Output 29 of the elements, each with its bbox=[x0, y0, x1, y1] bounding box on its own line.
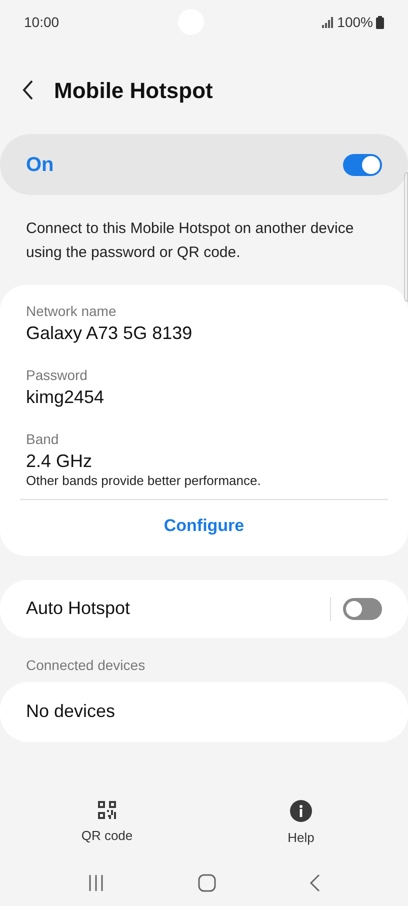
setting-value[interactable]: kimg2454 bbox=[26, 385, 382, 409]
signal-icon bbox=[322, 16, 334, 28]
bottom-action-button[interactable]: Help bbox=[251, 800, 351, 847]
setting-label: Band bbox=[26, 430, 60, 449]
setting-value[interactable]: 2.4 GHz bbox=[26, 449, 382, 473]
info-icon bbox=[290, 800, 312, 822]
page-title: Mobile Hotspot bbox=[54, 76, 213, 105]
configure-button[interactable]: Configure bbox=[164, 513, 244, 538]
switch-label: On bbox=[26, 152, 54, 178]
empty-devices-text: No devices bbox=[26, 700, 116, 723]
home-icon[interactable] bbox=[198, 874, 216, 892]
description-text: Connect to this Mobile Hotspot on another device using the password or QR code. bbox=[25, 219, 355, 263]
bottom-action-button[interactable]: QR code bbox=[57, 800, 157, 847]
back-icon[interactable] bbox=[22, 80, 34, 100]
recent-apps-icon[interactable] bbox=[86, 874, 105, 892]
status-time: 10:00 bbox=[24, 12, 60, 32]
section-heading: Connected devices bbox=[25, 656, 146, 674]
back-nav-icon[interactable] bbox=[309, 874, 322, 892]
setting-label: Network name bbox=[26, 302, 118, 321]
auto-hotspot-row[interactable]: Auto Hotspot bbox=[0, 580, 408, 638]
toggle-switch[interactable] bbox=[343, 154, 382, 176]
battery-percent: 100% bbox=[337, 12, 373, 32]
auto-hotspot-label: Auto Hotspot bbox=[26, 597, 130, 620]
battery-icon bbox=[376, 16, 384, 28]
qr-code-icon bbox=[97, 800, 117, 820]
setting-label: Password bbox=[26, 366, 88, 385]
setting-value[interactable]: Galaxy A73 5G 8139 bbox=[26, 321, 382, 345]
setting-note: Other bands provide better performance. bbox=[26, 473, 262, 489]
toggle-switch[interactable] bbox=[343, 598, 382, 620]
